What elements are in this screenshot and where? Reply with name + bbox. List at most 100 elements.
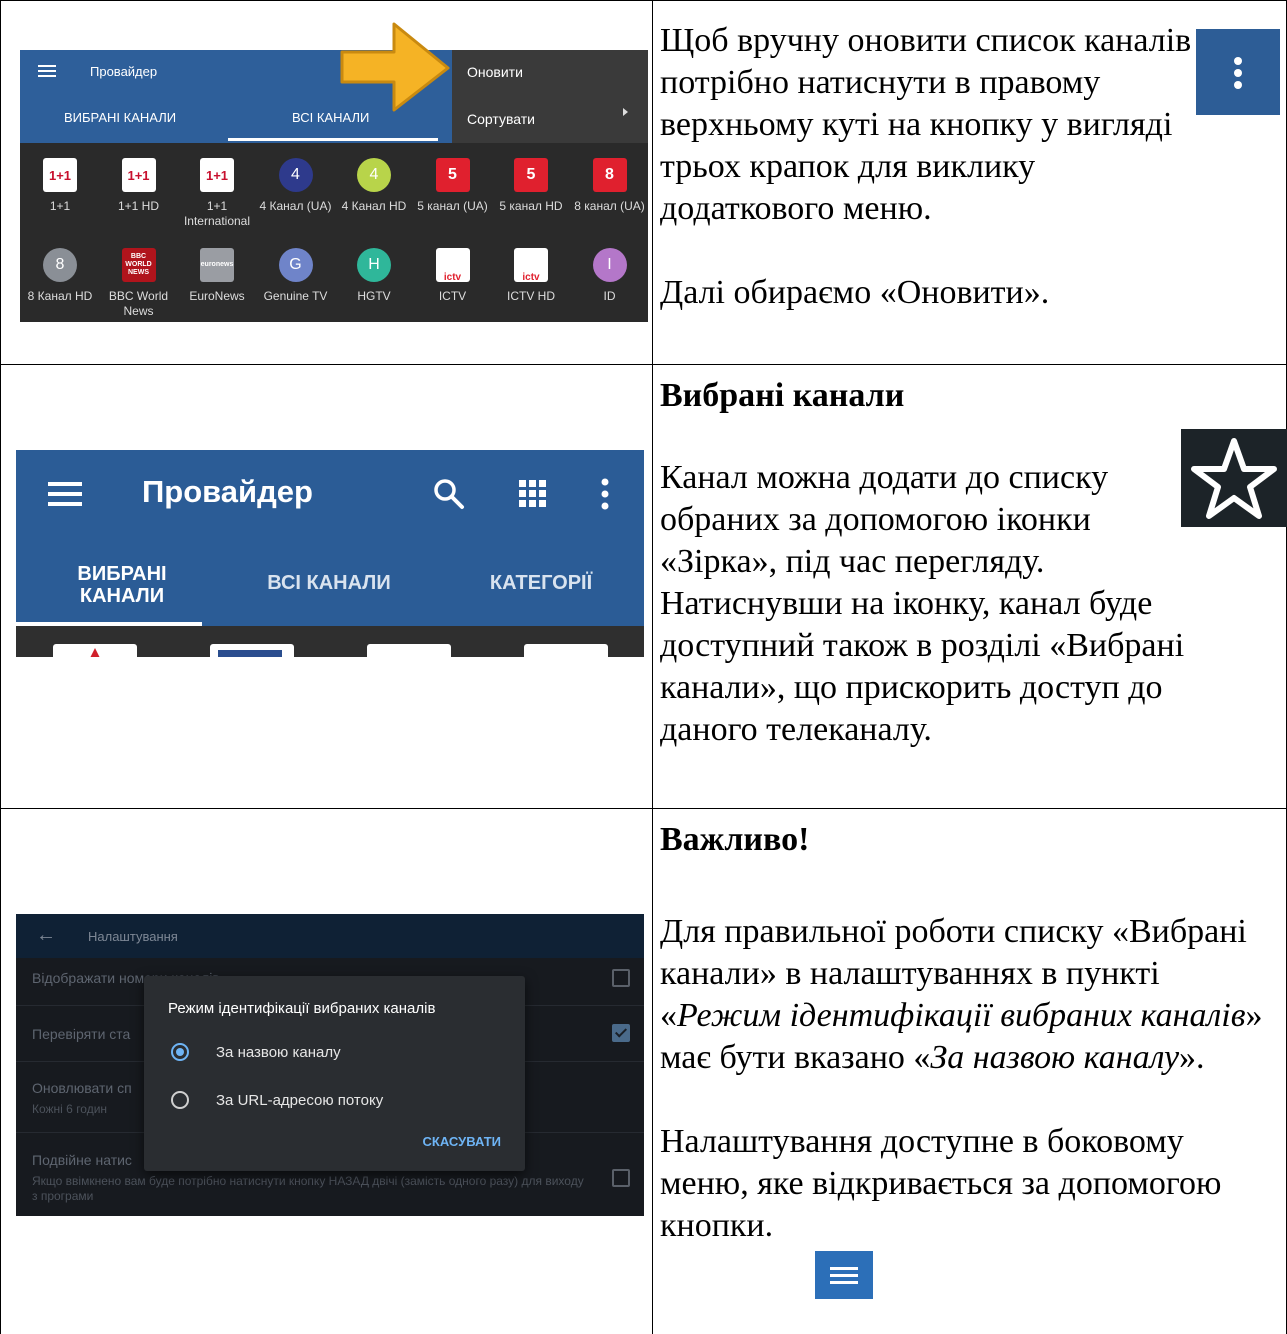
channel-name: 5 канал HD <box>499 199 563 213</box>
row1-paragraph-2: Далі обираємо «Оновити». <box>660 274 1050 311</box>
tab-all-channels[interactable]: ВСІ КАНАЛИ <box>244 572 414 595</box>
channel-logo: 1+1 <box>121 158 156 192</box>
star-icon <box>1181 429 1287 527</box>
channel-logo: 5 <box>514 158 548 192</box>
settings-title: Налаштування <box>88 929 178 944</box>
more-options-icon <box>1196 29 1280 115</box>
search-icon[interactable] <box>433 478 465 510</box>
channel-name: 8 Канал HD <box>27 289 93 303</box>
channel-tile[interactable]: I ID <box>572 248 648 304</box>
option-by-channel-name[interactable]: За назвою каналу <box>216 1044 341 1061</box>
channel-logo: I <box>592 248 627 282</box>
channel-card[interactable] <box>53 644 137 657</box>
channel-logo: 1+1 <box>200 158 234 192</box>
channel-logo: 8 <box>43 248 77 282</box>
channel-tile[interactable]: 1+1 1+1 International <box>179 158 255 229</box>
setting-name-emphasis: Режим ідентифікації вибраних каналів <box>677 997 1246 1034</box>
row2-text: Вибрані канали Канал можна додати до спи… <box>660 375 1220 751</box>
hamburger-icon[interactable] <box>38 65 56 77</box>
radio-by-channel-name[interactable] <box>171 1043 189 1061</box>
row2-heading: Вибрані канали <box>660 377 905 414</box>
channel-name: ICTV <box>438 289 467 303</box>
screenshot-all-channels-menu: Провайдер ВИБРАНІ КАНАЛИ ВСІ КАНАЛИ Онов… <box>20 50 648 322</box>
channel-tile[interactable]: BBC WORLD NEWS BBC World News <box>101 248 177 319</box>
hamburger-menu-icon <box>815 1251 873 1299</box>
more-options-icon[interactable] <box>599 478 611 510</box>
setting-double-tap-description: Якщо ввімкнено вам буде потрібно натисну… <box>32 1174 584 1203</box>
channel-logo: BBC WORLD NEWS <box>121 248 156 282</box>
channel-name: 1+1 <box>49 199 71 213</box>
setting-check-status[interactable]: Перевіряти ста <box>32 1026 130 1042</box>
channel-tile[interactable]: 4 4 Канал (UA) <box>258 158 334 214</box>
tab-favorite-channels[interactable]: ВИБРАНІ КАНАЛИ <box>62 563 182 607</box>
checkbox-double-tap[interactable] <box>612 1169 630 1187</box>
channel-name: 1+1 HD <box>117 199 160 213</box>
channel-tile[interactable]: 8 8 канал (UA) <box>572 158 648 214</box>
active-tab-indicator <box>228 138 438 141</box>
setting-update-interval: Кожні 6 годин <box>32 1102 108 1116</box>
row2-paragraph-1: Канал можна додати до списку обраних за … <box>660 459 1185 748</box>
table-border-top <box>0 0 1287 1</box>
channel-card[interactable] <box>367 644 451 657</box>
channel-name: BBC World News <box>108 289 169 318</box>
grid-view-icon[interactable] <box>519 480 547 508</box>
channel-name: 4 Канал (UA) <box>259 199 332 213</box>
channel-logo: H <box>357 248 391 282</box>
channel-tile[interactable]: 1+1 1+1 <box>22 158 98 214</box>
channel-name: 8 канал (UA) <box>574 199 645 213</box>
channel-tile[interactable]: H HGTV <box>336 248 412 304</box>
menu-item-sort[interactable]: Сортувати <box>467 111 535 127</box>
channel-logo: ictv <box>435 248 470 283</box>
channel-tile[interactable]: ictv ICTV HD <box>493 248 569 304</box>
tab-categories[interactable]: КАТЕГОРІЇ <box>471 572 611 595</box>
hamburger-icon[interactable] <box>48 482 82 512</box>
column-divider <box>652 0 653 1334</box>
channel-logo: 5 <box>435 158 470 192</box>
submenu-arrow-icon <box>623 108 628 116</box>
option-by-url[interactable]: За URL-адресою потоку <box>216 1092 383 1109</box>
channel-logo: euronews <box>200 248 234 282</box>
row1-text: Щоб вручну оновити список каналів потріб… <box>660 20 1200 314</box>
channel-tile[interactable]: 8 8 Канал HD <box>22 248 98 304</box>
row-divider-2 <box>0 808 1287 809</box>
app-title: Провайдер <box>90 64 158 79</box>
channel-logo: 8 <box>592 158 627 192</box>
back-arrow-icon[interactable]: ← <box>36 924 56 947</box>
channel-logo: G <box>278 248 313 282</box>
row1-paragraph-1: Щоб вручну оновити список каналів потріб… <box>660 22 1192 227</box>
cancel-button[interactable]: СКАСУВАТИ <box>423 1134 501 1149</box>
setting-double-tap-back[interactable]: Подвійне натис <box>32 1152 132 1168</box>
channel-tile[interactable]: 1+1 1+1 HD <box>101 158 177 214</box>
channel-logo: 4 <box>357 158 391 192</box>
row3-paragraph-2: Налаштування доступне в боковому меню, я… <box>660 1123 1222 1244</box>
channel-tile[interactable]: 5 5 канал HD <box>493 158 569 214</box>
row3-heading: Важливо! <box>660 821 810 858</box>
channel-tile[interactable]: 4 4 Канал HD <box>336 158 412 214</box>
channel-logo: 4 <box>278 158 313 192</box>
channel-name: ID <box>603 289 616 303</box>
channel-tile[interactable]: G Genuine TV <box>258 248 334 304</box>
tab-favorite-channels[interactable]: ВИБРАНІ КАНАЛИ <box>64 110 176 125</box>
channel-card[interactable] <box>210 644 294 657</box>
channel-name: 1+1 International <box>183 199 251 228</box>
checkbox-check-status[interactable] <box>612 1024 630 1042</box>
channel-logo: 1+1 <box>43 158 77 192</box>
row-divider-1 <box>0 364 1287 365</box>
channel-name: ICTV HD <box>507 289 555 303</box>
app-title: Провайдер <box>142 474 313 509</box>
menu-item-refresh[interactable]: Оновити <box>467 64 523 80</box>
channel-name: 4 Канал HD <box>341 199 407 213</box>
setting-update-list[interactable]: Оновлювати сп <box>32 1080 132 1096</box>
radio-by-url[interactable] <box>171 1091 189 1109</box>
pointer-arrow-icon <box>340 22 450 112</box>
identification-mode-dialog: Режим ідентифікації вибраних каналів За … <box>144 976 525 1171</box>
channel-logo: ictv <box>514 248 548 283</box>
screenshot-settings-dialog: ← Налаштування Відображати номери каналі… <box>16 914 644 1216</box>
channel-tile[interactable]: ictv ICTV <box>415 248 491 304</box>
channel-card[interactable] <box>524 644 608 657</box>
channel-name: EuroNews <box>189 289 245 303</box>
checkbox-show-numbers[interactable] <box>612 969 630 987</box>
channel-name: 5 канал (UA) <box>417 199 488 213</box>
channel-tile[interactable]: euronews EuroNews <box>179 248 255 304</box>
channel-tile[interactable]: 5 5 канал (UA) <box>415 158 491 214</box>
